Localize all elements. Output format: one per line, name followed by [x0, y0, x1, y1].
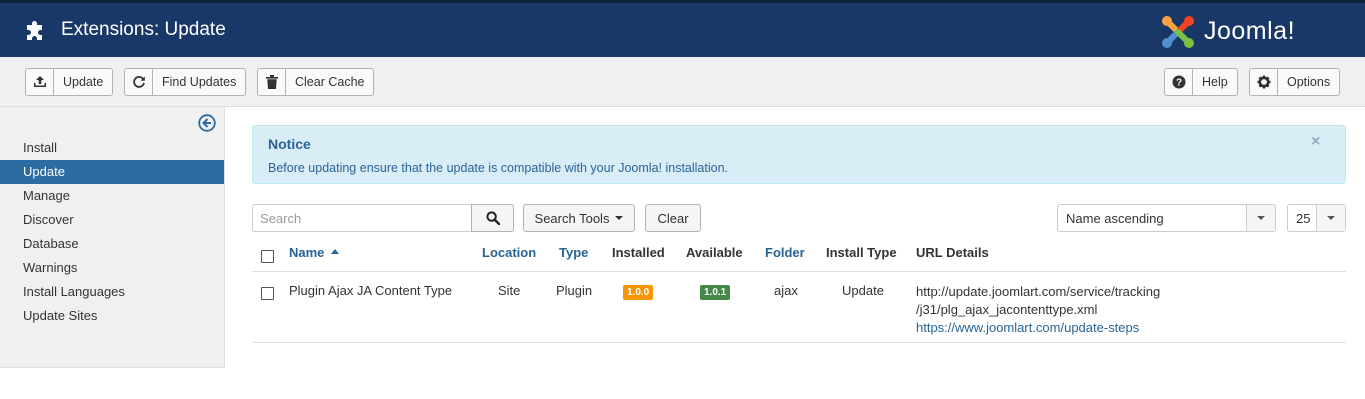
refresh-icon: [125, 69, 153, 95]
sidebar-item-discover[interactable]: Discover: [0, 208, 224, 232]
clear-button[interactable]: Clear: [645, 204, 701, 232]
upload-icon: [26, 69, 54, 95]
help-button[interactable]: ? Help: [1164, 68, 1238, 96]
notice-message: Before updating ensure that the update i…: [268, 161, 728, 175]
question-circle-icon: ?: [1165, 69, 1193, 95]
svg-text:?: ?: [1175, 78, 1181, 89]
column-available: Available: [686, 245, 743, 260]
clear-button-label: Clear: [657, 210, 689, 226]
info-link[interactable]: https://www.joomlart.com/update-steps: [916, 320, 1139, 335]
limit-select[interactable]: 25: [1287, 204, 1346, 232]
page-title: Extensions: Update: [61, 19, 226, 40]
find-updates-button-label: Find Updates: [162, 75, 237, 89]
available-version-badge: 1.0.1: [700, 285, 731, 300]
chevron-down-icon: [1246, 205, 1275, 231]
sidebar: Install Update Manage Discover Database …: [0, 107, 225, 368]
sidebar-item-update[interactable]: Update: [0, 160, 224, 184]
ordering-select-value: Name ascending: [1066, 211, 1164, 226]
search-tools-button[interactable]: Search Tools: [523, 204, 635, 232]
column-folder[interactable]: Folder: [765, 245, 805, 260]
extension-type: Plugin: [556, 283, 593, 298]
row-checkbox[interactable]: [261, 287, 274, 300]
help-button-label: Help: [1202, 75, 1228, 89]
chevron-down-icon: [1316, 205, 1345, 231]
trash-icon: [258, 69, 286, 95]
column-url-details: URL Details: [916, 245, 989, 260]
options-button[interactable]: Options: [1249, 68, 1341, 96]
sidebar-nav: Install Update Manage Discover Database …: [0, 136, 224, 328]
column-name[interactable]: Name: [289, 245, 340, 260]
select-all-checkbox[interactable]: [261, 250, 274, 263]
updates-table: Name Location Type Installed Available F…: [252, 235, 1346, 343]
find-updates-button[interactable]: Find Updates: [124, 68, 247, 96]
update-url-line1: http://update.joomlart.com/service/track…: [916, 284, 1161, 299]
install-type: Update: [842, 283, 884, 298]
search-icon: [485, 211, 500, 225]
column-location[interactable]: Location: [482, 245, 536, 260]
app-header: Extensions: Update Joomla!: [0, 0, 1365, 57]
clear-cache-button[interactable]: Clear Cache: [257, 68, 375, 96]
sidebar-item-update-sites[interactable]: Update Sites: [0, 304, 224, 328]
caret-down-icon: [615, 216, 624, 220]
column-name-label: Name: [289, 245, 325, 260]
joomla-logo-icon: [1162, 16, 1194, 48]
update-button[interactable]: Update: [25, 68, 114, 96]
table-header: Name Location Type Installed Available F…: [252, 235, 1346, 272]
options-button-label: Options: [1287, 75, 1331, 89]
close-icon[interactable]: ×: [1311, 133, 1320, 151]
sidebar-item-install[interactable]: Install: [0, 136, 224, 160]
extension-folder: ajax: [774, 283, 798, 298]
sidebar-item-install-languages[interactable]: Install Languages: [0, 280, 224, 304]
search-tools-label: Search Tools: [534, 210, 610, 226]
ordering-select[interactable]: Name ascending: [1057, 204, 1276, 232]
installed-version: 1.0.0: [623, 283, 654, 300]
sidebar-item-manage[interactable]: Manage: [0, 184, 224, 208]
search-button[interactable]: [471, 204, 514, 232]
search-input[interactable]: [252, 204, 472, 232]
update-button-label: Update: [63, 75, 104, 89]
extension-location: Site: [498, 283, 521, 298]
puzzle-icon: [27, 21, 42, 40]
installed-version-badge: 1.0.0: [623, 285, 654, 300]
gear-icon: [1250, 69, 1278, 95]
sidebar-item-warnings[interactable]: Warnings: [0, 256, 224, 280]
update-url-line2: /j31/plg_ajax_jacontenttype.xml: [916, 302, 1098, 317]
column-installed: Installed: [612, 245, 665, 260]
column-type[interactable]: Type: [559, 245, 588, 260]
sidebar-item-database[interactable]: Database: [0, 232, 224, 256]
url-details: http://update.joomlart.com/service/track…: [916, 283, 1160, 337]
limit-select-value: 25: [1296, 211, 1311, 226]
toolbar: Update Find Updates Clear Cache ? Help O…: [0, 57, 1365, 107]
clear-cache-button-label: Clear Cache: [295, 75, 365, 89]
extension-name: Plugin Ajax JA Content Type: [289, 283, 453, 298]
table-row: Plugin Ajax JA Content Type Site Plugin …: [252, 272, 1346, 343]
sort-ascending-icon: [331, 249, 340, 254]
collapse-sidebar-icon[interactable]: [198, 114, 216, 132]
notice-alert: Notice Before updating ensure that the u…: [252, 125, 1346, 184]
column-install-type: Install Type: [826, 245, 897, 260]
joomla-wordmark: Joomla!: [1204, 17, 1296, 45]
available-version: 1.0.1: [700, 283, 731, 300]
notice-title: Notice: [268, 136, 311, 152]
